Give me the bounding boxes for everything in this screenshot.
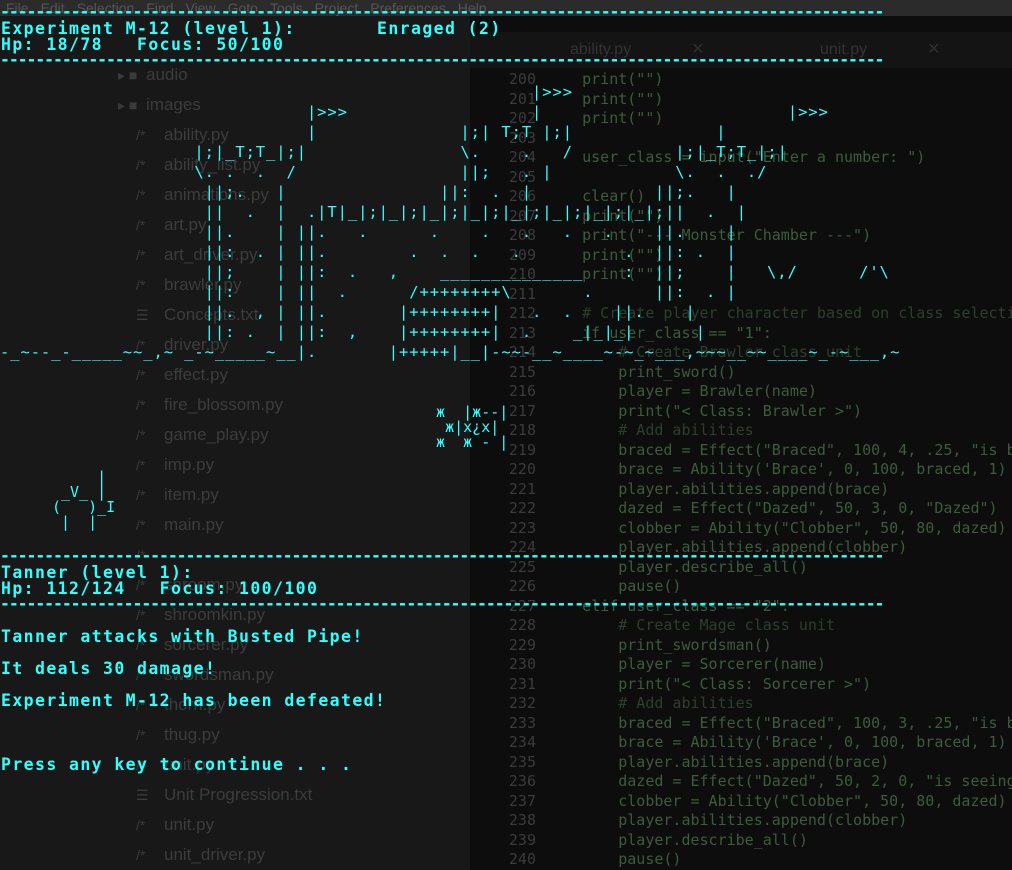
terminal-window[interactable]: ----------------------------------------…	[0, 0, 1012, 870]
divider-rule: ----------------------------------------…	[0, 594, 884, 613]
enemy-status-badge: Enraged (2)	[377, 19, 502, 38]
enemy-creature-art: ж |ж--| ж|x¿x| ж ж - |	[436, 403, 509, 451]
divider-rule: ----------------------------------------…	[0, 546, 884, 565]
battle-message: Experiment M-12 has been defeated!	[1, 691, 387, 710]
battle-message: It deals 30 damage!	[1, 659, 217, 678]
battle-message: Tanner attacks with Busted Pipe!	[1, 627, 364, 646]
castle-art: |>>> |>>> | |>>> | |;| T;T |;| | |;|_T;T…	[0, 83, 901, 361]
birds-art: \,/ /'\	[767, 263, 890, 281]
hero-art: | _V_ | ( )_I | |	[52, 468, 116, 531]
divider-rule: ----------------------------------------…	[0, 50, 884, 69]
continue-prompt[interactable]: Press any key to continue . . .	[1, 756, 352, 773]
divider-rule: ----------------------------------------…	[0, 2, 884, 21]
